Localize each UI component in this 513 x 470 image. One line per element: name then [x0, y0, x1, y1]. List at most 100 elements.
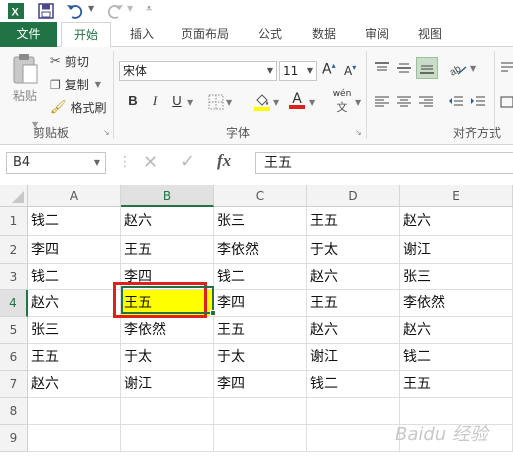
column-header-e[interactable]: E	[400, 185, 513, 207]
cell-b8[interactable]	[121, 398, 214, 425]
copy-button[interactable]: ❐ 复制 ▼	[50, 76, 101, 93]
row-header-2[interactable]: 2	[0, 236, 28, 264]
align-middle-icon[interactable]	[396, 61, 412, 75]
formula-input[interactable]: 王五	[255, 152, 513, 174]
font-name-combo[interactable]: 宋体 ▼	[119, 61, 277, 81]
insert-function-icon[interactable]: fx	[217, 151, 231, 171]
excel-logo-icon[interactable]: X	[8, 3, 24, 19]
row-header-1[interactable]: 1	[0, 207, 28, 236]
cut-button[interactable]: ✂ 剪切	[50, 53, 89, 70]
cell-b1[interactable]: 赵六	[121, 207, 214, 236]
borders-icon[interactable]	[208, 94, 224, 110]
align-top-icon[interactable]	[374, 61, 390, 75]
cell-d4[interactable]: 王五	[307, 290, 400, 317]
cell-d5[interactable]: 赵六	[307, 317, 400, 344]
cell-e6[interactable]: 钱二	[400, 344, 513, 371]
cell-e2[interactable]: 谢江	[400, 236, 513, 264]
cell-c2[interactable]: 李依然	[214, 236, 307, 264]
select-all-corner[interactable]	[0, 185, 28, 207]
cell-c1[interactable]: 张三	[214, 207, 307, 236]
align-left-icon[interactable]	[374, 95, 390, 109]
cell-d8[interactable]	[307, 398, 400, 425]
save-icon[interactable]	[38, 3, 54, 19]
clipboard-launcher-icon[interactable]: ↘	[103, 128, 110, 137]
cell-d1[interactable]: 王五	[307, 207, 400, 236]
cell-e1[interactable]: 赵六	[400, 207, 513, 236]
font-size-combo[interactable]: 11 ▼	[279, 61, 317, 81]
merge-center-icon[interactable]	[500, 95, 513, 109]
tab-file[interactable]: 文件	[0, 22, 57, 47]
tab-insert[interactable]: 插入	[117, 22, 167, 47]
redo-dropdown-icon[interactable]: ▼	[127, 4, 133, 13]
cell-d3[interactable]: 赵六	[307, 264, 400, 290]
cell-c4[interactable]: 李四	[214, 290, 307, 317]
cell-a7[interactable]: 赵六	[28, 371, 121, 398]
format-painter-button[interactable]: 🖌 格式刷	[50, 99, 107, 116]
row-header-8[interactable]: 8	[0, 398, 28, 425]
shrink-font-button[interactable]: A▾	[344, 63, 356, 78]
enter-icon[interactable]: ✓	[180, 151, 195, 172]
tab-review[interactable]: 审阅	[354, 22, 400, 47]
cell-d9[interactable]	[307, 425, 400, 452]
borders-dropdown-icon[interactable]: ▼	[226, 98, 232, 107]
phonetic-dropdown-icon[interactable]: ▼	[355, 98, 361, 107]
underline-dropdown-icon[interactable]: ▼	[187, 98, 193, 107]
cell-a2[interactable]: 李四	[28, 236, 121, 264]
row-header-7[interactable]: 7	[0, 371, 28, 398]
cell-a5[interactable]: 张三	[28, 317, 121, 344]
cell-a4[interactable]: 赵六	[28, 290, 121, 317]
cell-b3[interactable]: 李四	[121, 264, 214, 290]
align-bottom-button[interactable]	[416, 57, 438, 79]
cell-e3[interactable]: 张三	[400, 264, 513, 290]
wrap-text-icon[interactable]	[500, 61, 513, 75]
cell-c8[interactable]	[214, 398, 307, 425]
tab-formulas[interactable]: 公式	[247, 22, 293, 47]
font-color-dropdown-icon[interactable]: ▼	[309, 98, 315, 107]
decrease-indent-icon[interactable]	[448, 95, 464, 109]
font-color-button[interactable]: A	[289, 91, 305, 109]
cell-a3[interactable]: 钱二	[28, 264, 121, 290]
paste-button[interactable]: 粘贴	[8, 53, 42, 113]
cell-b5[interactable]: 李依然	[121, 317, 214, 344]
cell-b4[interactable]: 王五	[121, 290, 214, 317]
row-header-9[interactable]: 9	[0, 425, 28, 452]
tab-page-layout[interactable]: 页面布局	[172, 22, 238, 47]
fill-color-icon[interactable]	[253, 92, 271, 112]
cell-a1[interactable]: 钱二	[28, 207, 121, 236]
bold-button[interactable]: B	[125, 93, 141, 108]
customize-toolbar-icon[interactable]: ⩡	[146, 2, 152, 16]
underline-button[interactable]: U	[169, 93, 185, 108]
cancel-icon[interactable]: ✕	[143, 152, 158, 173]
cell-d2[interactable]: 于太	[307, 236, 400, 264]
redo-icon[interactable]	[106, 3, 124, 19]
cell-b2[interactable]: 王五	[121, 236, 214, 264]
grow-font-button[interactable]: A▴	[322, 61, 336, 78]
cell-e4[interactable]: 李依然	[400, 290, 513, 317]
cell-c9[interactable]	[214, 425, 307, 452]
cell-d7[interactable]: 钱二	[307, 371, 400, 398]
align-right-icon[interactable]	[418, 95, 434, 109]
cell-c5[interactable]: 王五	[214, 317, 307, 344]
cell-a6[interactable]: 王五	[28, 344, 121, 371]
name-box[interactable]: B4 ▼	[6, 152, 106, 174]
fill-handle[interactable]	[210, 310, 216, 316]
row-header-3[interactable]: 3	[0, 264, 28, 290]
font-launcher-icon[interactable]: ↘	[355, 128, 362, 137]
orientation-dropdown-icon[interactable]: ▼	[470, 64, 476, 73]
cell-c3[interactable]: 钱二	[214, 264, 307, 290]
column-header-b[interactable]: B	[121, 185, 214, 207]
cell-b6[interactable]: 于太	[121, 344, 214, 371]
cell-a8[interactable]	[28, 398, 121, 425]
increase-indent-icon[interactable]	[470, 95, 486, 109]
orientation-icon[interactable]: ab	[448, 59, 468, 77]
fill-color-dropdown-icon[interactable]: ▼	[273, 98, 279, 107]
italic-button[interactable]: I	[147, 93, 163, 109]
cell-c7[interactable]: 李四	[214, 371, 307, 398]
cell-b7[interactable]: 谢江	[121, 371, 214, 398]
column-header-d[interactable]: D	[307, 185, 400, 207]
cell-c6[interactable]: 于太	[214, 344, 307, 371]
cell-d6[interactable]: 谢江	[307, 344, 400, 371]
tab-data[interactable]: 数据	[301, 22, 347, 47]
copy-dropdown-icon[interactable]: ▼	[95, 80, 101, 89]
column-header-a[interactable]: A	[28, 185, 121, 207]
